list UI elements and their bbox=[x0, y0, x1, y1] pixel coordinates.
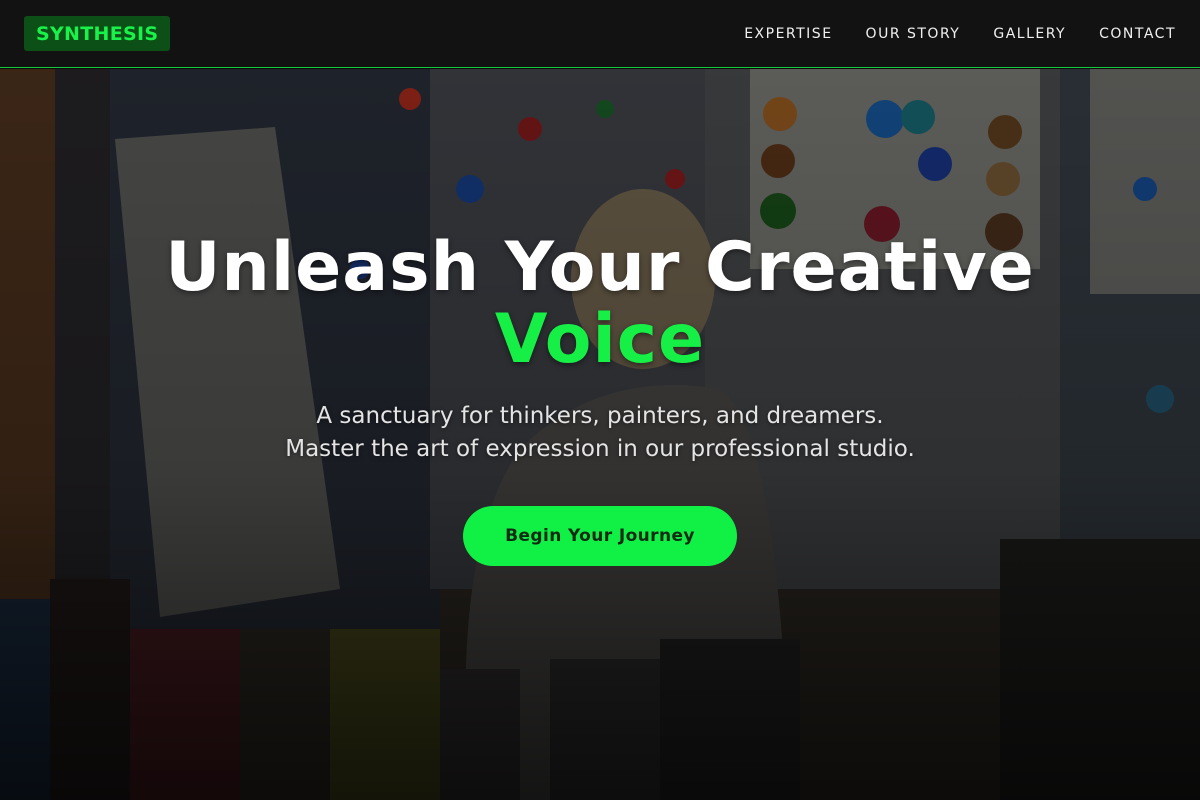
hero-subtitle-line-2: Master the art of expression in our prof… bbox=[285, 436, 915, 462]
nav-link-contact[interactable]: CONTACT bbox=[1099, 25, 1176, 43]
nav-link-our-story[interactable]: OUR STORY bbox=[866, 25, 961, 43]
site-header: SYNTHESIS EXPERTISE OUR STORY GALLERY CO… bbox=[0, 0, 1200, 68]
nav-link-gallery[interactable]: GALLERY bbox=[993, 25, 1066, 43]
hero-headline-accent: Voice bbox=[494, 300, 706, 379]
hero-content: Unleash Your Creative Voice A sanctuary … bbox=[0, 0, 1200, 800]
hero-headline: Unleash Your Creative Voice bbox=[0, 232, 1200, 376]
hero-subtitle: A sanctuary for thinkers, painters, and … bbox=[0, 400, 1200, 466]
brand-logo[interactable]: SYNTHESIS bbox=[24, 16, 171, 51]
main-nav: EXPERTISE OUR STORY GALLERY CONTACT bbox=[744, 25, 1176, 43]
hero-headline-main: Unleash Your Creative bbox=[165, 228, 1035, 307]
begin-journey-button[interactable]: Begin Your Journey bbox=[463, 506, 737, 566]
nav-link-expertise[interactable]: EXPERTISE bbox=[744, 25, 832, 43]
hero-subtitle-line-1: A sanctuary for thinkers, painters, and … bbox=[316, 403, 884, 429]
